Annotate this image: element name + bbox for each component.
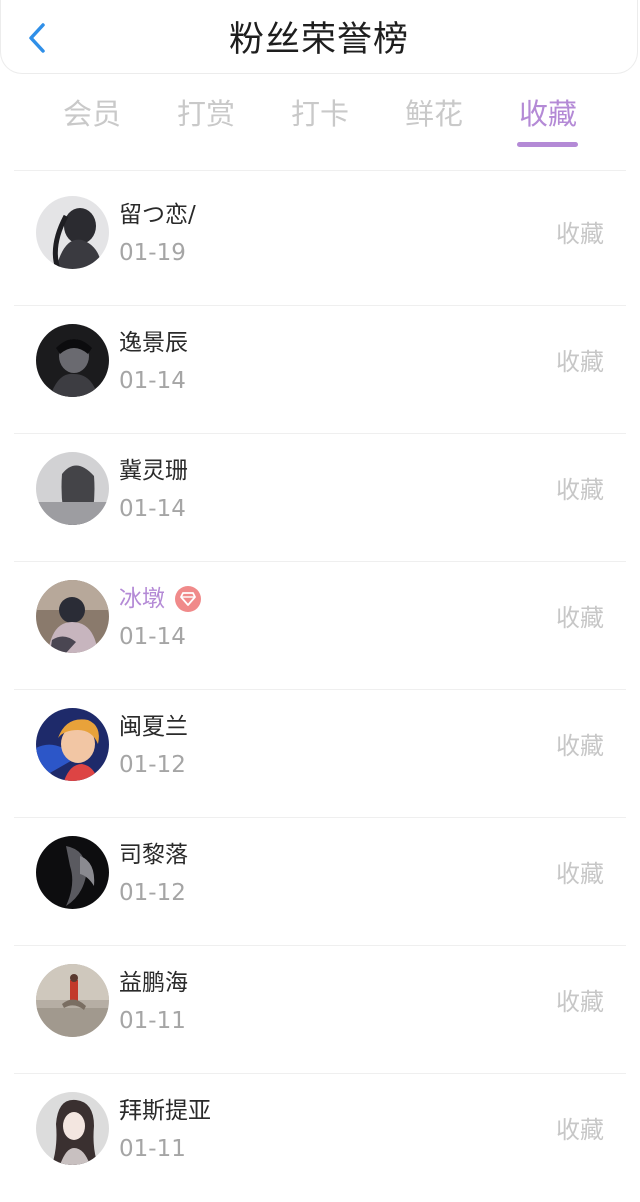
list-item[interactable]: 益鹏海 01-11 收藏 — [0, 946, 640, 1074]
date-label: 01-11 — [119, 1136, 186, 1162]
active-tab-indicator — [517, 142, 578, 147]
avatar — [36, 836, 109, 909]
avatar — [36, 452, 109, 525]
tab-reward[interactable]: 打赏 — [166, 94, 246, 134]
user-name: 冰墩 — [119, 584, 201, 614]
favorite-action-label: 收藏 — [556, 348, 604, 376]
user-name: 留つ恋/ — [119, 202, 196, 228]
top-navigation-bar: 粉丝荣誉榜 — [0, 0, 638, 74]
user-name: 逸景辰 — [119, 330, 188, 356]
date-label: 01-12 — [119, 880, 186, 906]
date-label: 01-14 — [119, 496, 186, 522]
user-name: 闽夏兰 — [119, 714, 188, 740]
user-name: 司黎落 — [119, 842, 188, 868]
favorite-action-label: 收藏 — [556, 1116, 604, 1144]
list-item[interactable]: 冀灵珊 01-14 收藏 — [0, 434, 640, 562]
avatar — [36, 580, 109, 653]
favorite-action-label: 收藏 — [556, 860, 604, 888]
divider — [14, 170, 626, 171]
favorite-action-label: 收藏 — [556, 732, 604, 760]
list-item[interactable]: 留つ恋/ 01-19 收藏 — [0, 178, 640, 306]
user-name: 冀灵珊 — [119, 458, 188, 484]
favorite-action-label: 收藏 — [556, 604, 604, 632]
favorite-action-label: 收藏 — [556, 476, 604, 504]
avatar — [36, 964, 109, 1037]
list-item[interactable]: 拜斯提亚 01-11 收藏 — [0, 1074, 640, 1202]
avatar — [36, 1092, 109, 1165]
tab-flowers[interactable]: 鲜花 — [394, 94, 474, 134]
page-title: 粉丝荣誉榜 — [228, 20, 409, 60]
tab-checkin[interactable]: 打卡 — [280, 94, 360, 134]
avatar — [36, 196, 109, 269]
tab-member[interactable]: 会员 — [52, 94, 132, 134]
favorite-action-label: 收藏 — [556, 988, 604, 1016]
tab-bar: 会员 打赏 打卡 鲜花 收藏 — [0, 90, 640, 152]
favorite-action-label: 收藏 — [556, 220, 604, 248]
avatar — [36, 324, 109, 397]
user-name: 拜斯提亚 — [119, 1098, 211, 1124]
date-label: 01-12 — [119, 752, 186, 778]
date-label: 01-14 — [119, 624, 186, 650]
tab-favorites[interactable]: 收藏 — [508, 94, 588, 134]
diamond-vip-icon — [175, 586, 201, 612]
date-label: 01-14 — [119, 368, 186, 394]
date-label: 01-11 — [119, 1008, 186, 1034]
date-label: 01-19 — [119, 240, 186, 266]
list-item[interactable]: 司黎落 01-12 收藏 — [0, 818, 640, 946]
user-name: 益鹏海 — [119, 970, 188, 996]
list-item[interactable]: 逸景辰 01-14 收藏 — [0, 306, 640, 434]
avatar — [36, 708, 109, 781]
list-item[interactable]: 冰墩 01-14 收藏 — [0, 562, 640, 690]
list-item[interactable]: 闽夏兰 01-12 收藏 — [0, 690, 640, 818]
